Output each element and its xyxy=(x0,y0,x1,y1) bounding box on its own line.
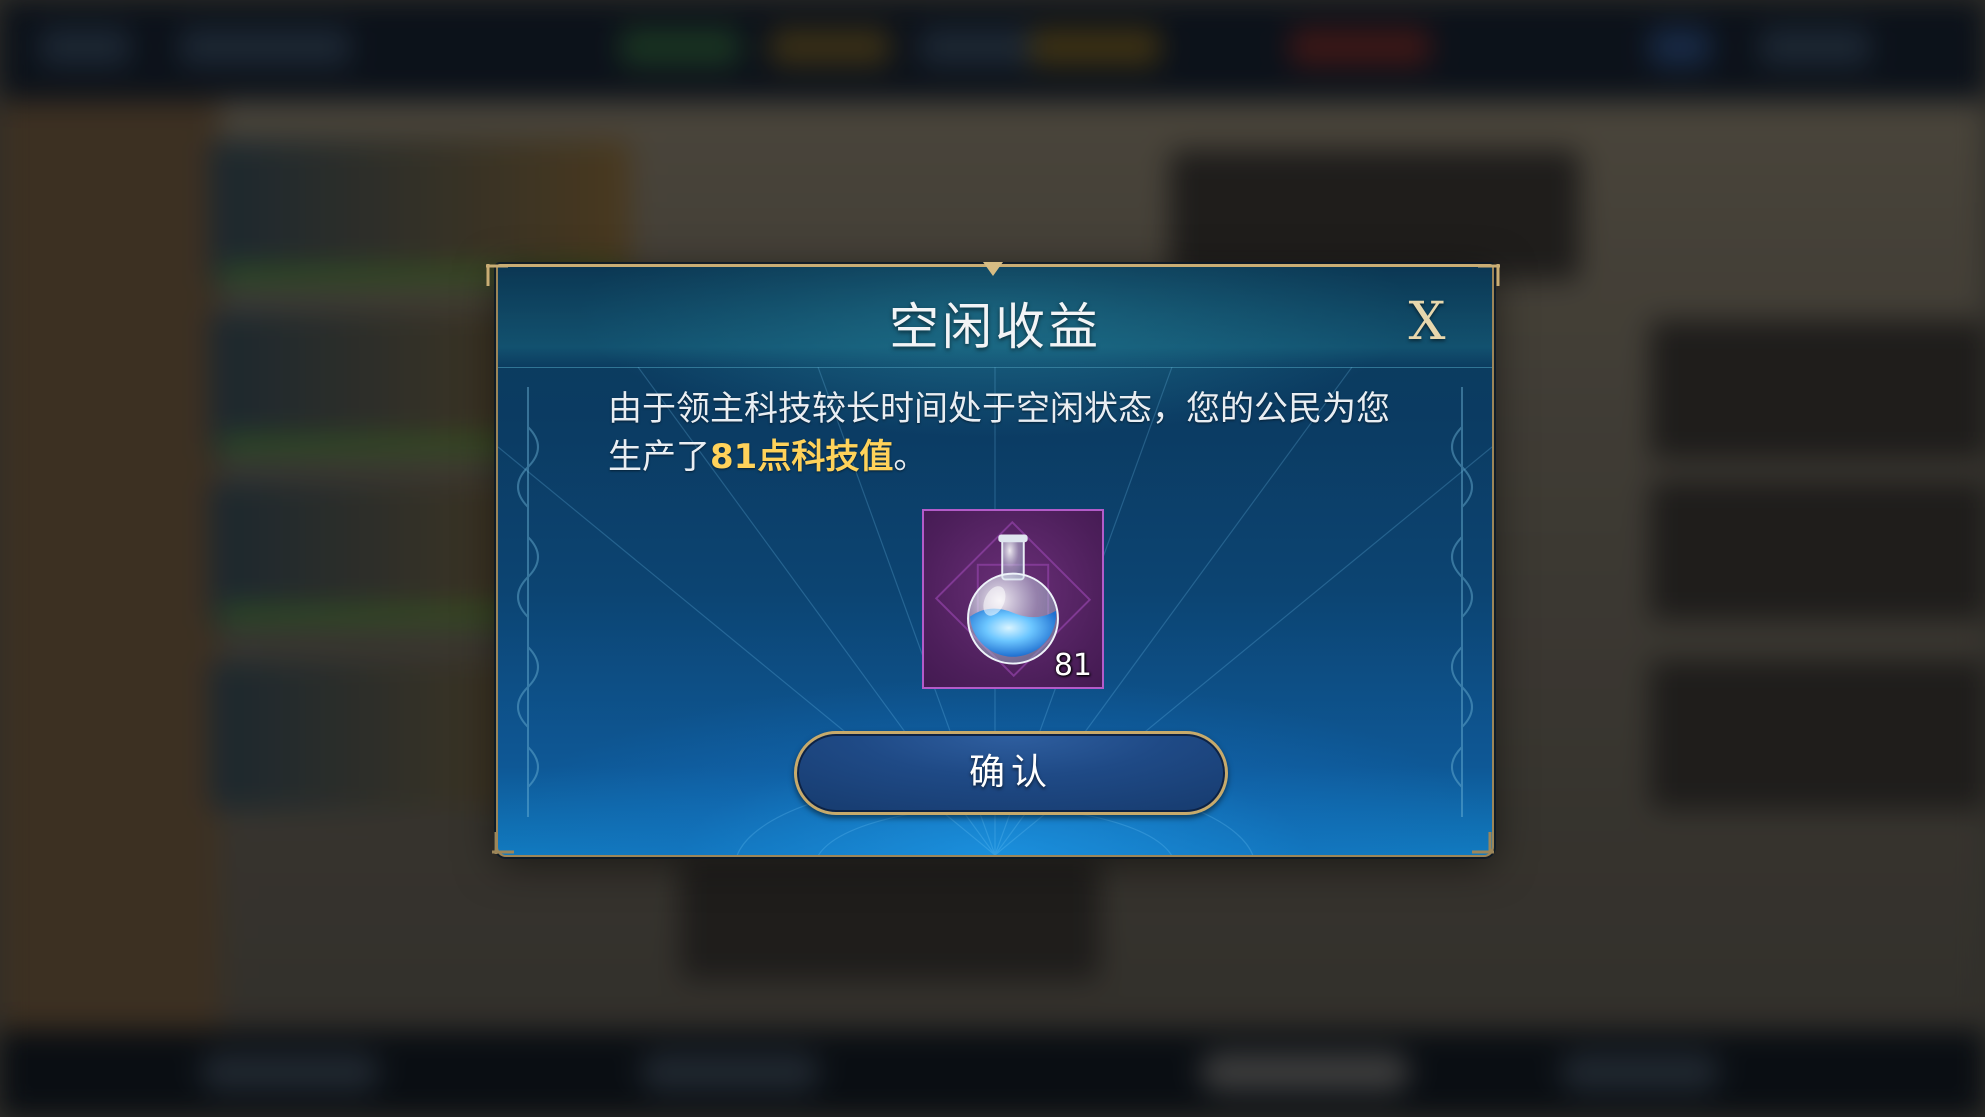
right-ornament xyxy=(1451,387,1473,817)
confirm-button[interactable]: 确认 xyxy=(794,731,1228,815)
idle-income-dialog: 空闲收益 X 由于领主科技较长时间处于空闲状态，您的公民为您生产了81点科技值。 xyxy=(478,262,1508,857)
message-highlight: 81点科技值 xyxy=(710,437,894,477)
corner-ornament-bl xyxy=(492,832,514,854)
close-button[interactable]: X xyxy=(1402,296,1452,348)
dialog-message: 由于领主科技较长时间处于空闲状态，您的公民为您生产了81点科技值。 xyxy=(608,385,1408,481)
corner-ornament-tr xyxy=(1478,264,1500,286)
dialog-panel: 空闲收益 X 由于领主科技较长时间处于空闲状态，您的公民为您生产了81点科技值。 xyxy=(496,264,1494,857)
left-ornament xyxy=(517,387,539,817)
item-count: 81 xyxy=(1053,648,1092,683)
corner-ornament-br xyxy=(1472,832,1494,854)
top-notch-ornament xyxy=(983,262,1003,276)
message-suffix: 。 xyxy=(893,437,928,477)
corner-ornament-tl xyxy=(486,264,508,286)
reward-item-tile[interactable]: 81 xyxy=(922,509,1104,689)
dialog-title: 空闲收益 xyxy=(889,298,1101,356)
